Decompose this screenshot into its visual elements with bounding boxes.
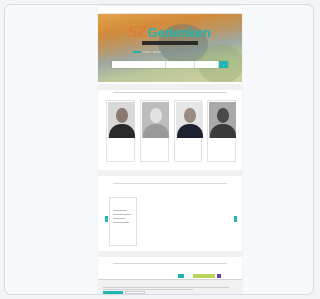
hero-banner: SZ Gedenken › bbox=[98, 14, 242, 82]
search-button[interactable]: › bbox=[219, 61, 228, 68]
hero-tagline bbox=[142, 41, 198, 45]
search-tabs bbox=[133, 51, 161, 53]
book-text-line bbox=[113, 222, 129, 223]
person-head bbox=[217, 108, 230, 123]
color-swatch bbox=[217, 274, 221, 278]
logo-prefix: SZ bbox=[128, 22, 148, 41]
color-swatch bbox=[178, 274, 184, 278]
name-search-input[interactable] bbox=[112, 61, 166, 68]
web-page: SZ Gedenken › ‹ › bbox=[98, 6, 242, 294]
book-text-line bbox=[113, 218, 125, 219]
site-logo[interactable]: SZ Gedenken bbox=[128, 22, 211, 42]
section-divider bbox=[98, 251, 242, 257]
person-shoulders bbox=[176, 124, 203, 138]
search-tab[interactable] bbox=[133, 51, 141, 53]
person-photo bbox=[108, 102, 135, 138]
person-shoulders bbox=[109, 124, 135, 138]
place-search-input[interactable] bbox=[166, 61, 195, 68]
cookie-accept-button[interactable] bbox=[103, 291, 123, 294]
book-text-line bbox=[113, 210, 127, 211]
person-photo bbox=[141, 102, 169, 138]
featured-people-row bbox=[106, 100, 237, 162]
person-head bbox=[149, 108, 162, 123]
cookie-banner bbox=[98, 279, 242, 294]
search-tab[interactable] bbox=[153, 51, 161, 53]
cookie-settings-button[interactable] bbox=[125, 291, 145, 294]
person-card[interactable] bbox=[106, 100, 135, 162]
section-title-rule bbox=[113, 263, 227, 264]
person-photo bbox=[175, 102, 203, 138]
condolence-book-card[interactable] bbox=[109, 197, 137, 246]
person-head bbox=[183, 108, 196, 123]
section-divider bbox=[98, 84, 242, 90]
person-card[interactable] bbox=[173, 100, 203, 162]
top-navigation bbox=[98, 6, 242, 14]
cookie-text-line bbox=[103, 287, 229, 288]
person-head bbox=[116, 108, 128, 123]
person-card[interactable] bbox=[139, 100, 169, 162]
search-tab[interactable] bbox=[143, 51, 151, 53]
section-title-rule bbox=[113, 183, 227, 184]
cookie-text-line bbox=[103, 289, 193, 290]
browser-card: SZ Gedenken › ‹ › bbox=[4, 4, 314, 295]
person-shoulders bbox=[142, 124, 169, 138]
color-swatch bbox=[193, 274, 215, 278]
date-search-input[interactable] bbox=[195, 61, 219, 68]
carousel-prev-button[interactable]: ‹ bbox=[105, 216, 108, 222]
search-bar: › bbox=[112, 61, 228, 68]
person-photo bbox=[209, 102, 237, 138]
logo-word: Gedenken bbox=[147, 25, 211, 40]
person-card[interactable] bbox=[207, 100, 237, 162]
section-title-rule bbox=[113, 92, 227, 93]
book-text-line bbox=[113, 214, 131, 215]
carousel-next-button[interactable]: › bbox=[234, 216, 237, 222]
section-divider bbox=[98, 170, 242, 176]
person-shoulders bbox=[210, 124, 237, 138]
